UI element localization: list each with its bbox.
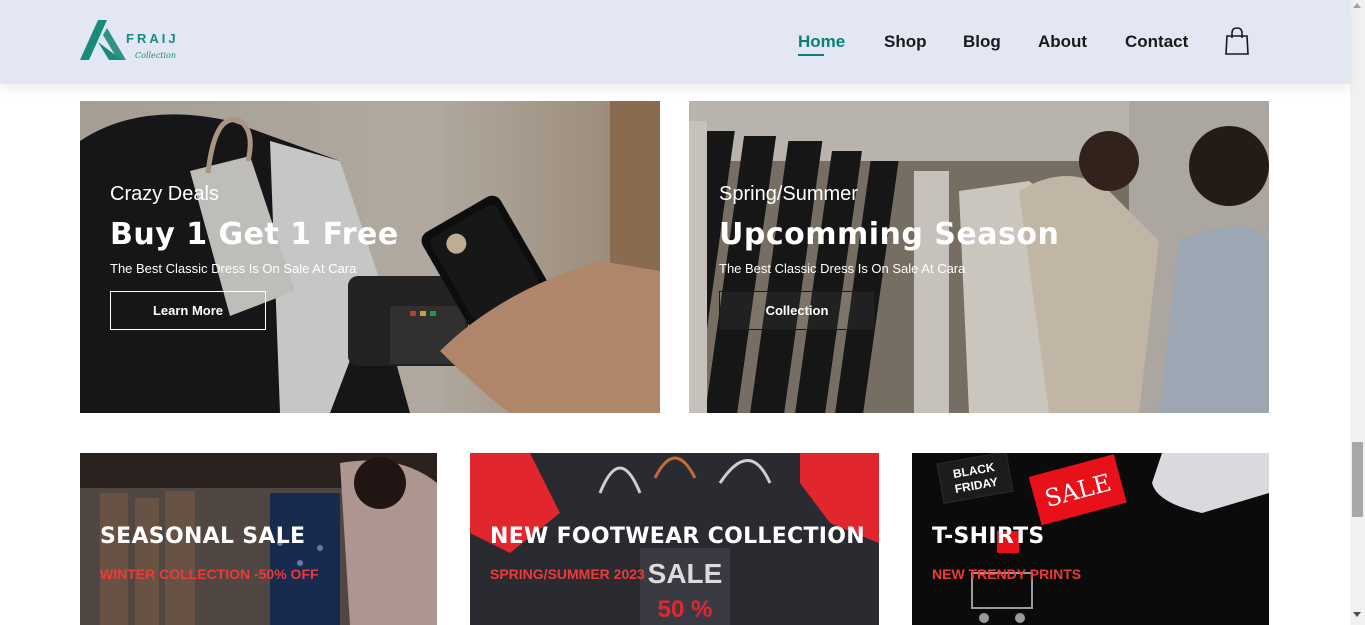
scrollbar-thumb[interactable] bbox=[1352, 442, 1363, 517]
nav-contact[interactable]: Contact bbox=[1125, 32, 1188, 52]
learn-more-button[interactable]: Learn More bbox=[110, 291, 266, 330]
image-sale-text: SALE bbox=[648, 558, 723, 589]
scroll-up-arrow-icon[interactable] bbox=[1353, 3, 1361, 8]
nav-home[interactable]: Home bbox=[798, 32, 845, 52]
banner-crazy-deals: Crazy Deals Buy 1 Get 1 Free The Best Cl… bbox=[80, 101, 660, 413]
banner-spring-summer: Spring/Summer Upcomming Season The Best … bbox=[689, 101, 1269, 413]
banner-seasonal-sale[interactable]: SEASONAL SALE WINTER COLLECTION -50% OFF bbox=[80, 453, 437, 625]
small-banner-title: NEW FOOTWEAR COLLECTION bbox=[490, 524, 865, 549]
page-scrollbar[interactable] bbox=[1350, 0, 1365, 625]
banner-title: Upcomming Season bbox=[719, 217, 1060, 252]
brand-name: FRAIJ bbox=[126, 31, 179, 46]
banner-title: Buy 1 Get 1 Free bbox=[110, 217, 399, 252]
nav-active-underline bbox=[798, 54, 824, 56]
nav-shop[interactable]: Shop bbox=[884, 32, 927, 52]
payment-photo bbox=[80, 101, 660, 413]
small-banner-subtitle: NEW TRENDY PRINTS bbox=[932, 566, 1082, 582]
small-banner-subtitle: WINTER COLLECTION -50% OFF bbox=[100, 566, 319, 582]
banner-tshirts[interactable]: BLACK FRIDAY SALE T-SHIRTS NEW TRENDY PR… bbox=[912, 453, 1269, 625]
brand-tagline: Collection bbox=[135, 51, 177, 60]
logo-mark-icon bbox=[80, 20, 126, 60]
clothing-rack-photo bbox=[689, 101, 1269, 413]
banner-description: The Best Classic Dress Is On Sale At Car… bbox=[719, 261, 966, 276]
nav-about[interactable]: About bbox=[1038, 32, 1087, 52]
brand-logo[interactable]: FRAIJ Collection bbox=[80, 20, 190, 62]
scroll-down-arrow-icon[interactable] bbox=[1353, 612, 1361, 617]
image-percent-text: 50 % bbox=[658, 596, 713, 623]
small-banner-title: T-SHIRTS bbox=[932, 524, 1045, 549]
shopping-bag-icon[interactable] bbox=[1225, 27, 1249, 55]
banner-description: The Best Classic Dress Is On Sale At Car… bbox=[110, 261, 357, 276]
collection-button[interactable]: Collection bbox=[719, 291, 875, 330]
banner-overline: Spring/Summer bbox=[719, 183, 858, 205]
small-banner-subtitle: SPRING/SUMMER 2023 bbox=[490, 566, 645, 582]
banner-new-footwear[interactable]: SALE 50 % NEW FOOTWEAR COLLECTION SPRING… bbox=[470, 453, 879, 625]
nav-blog[interactable]: Blog bbox=[963, 32, 1001, 52]
site-header: FRAIJ Collection Home Shop Blog About Co… bbox=[0, 0, 1350, 84]
small-banner-title: SEASONAL SALE bbox=[100, 524, 306, 549]
banner-overline: Crazy Deals bbox=[110, 183, 219, 205]
